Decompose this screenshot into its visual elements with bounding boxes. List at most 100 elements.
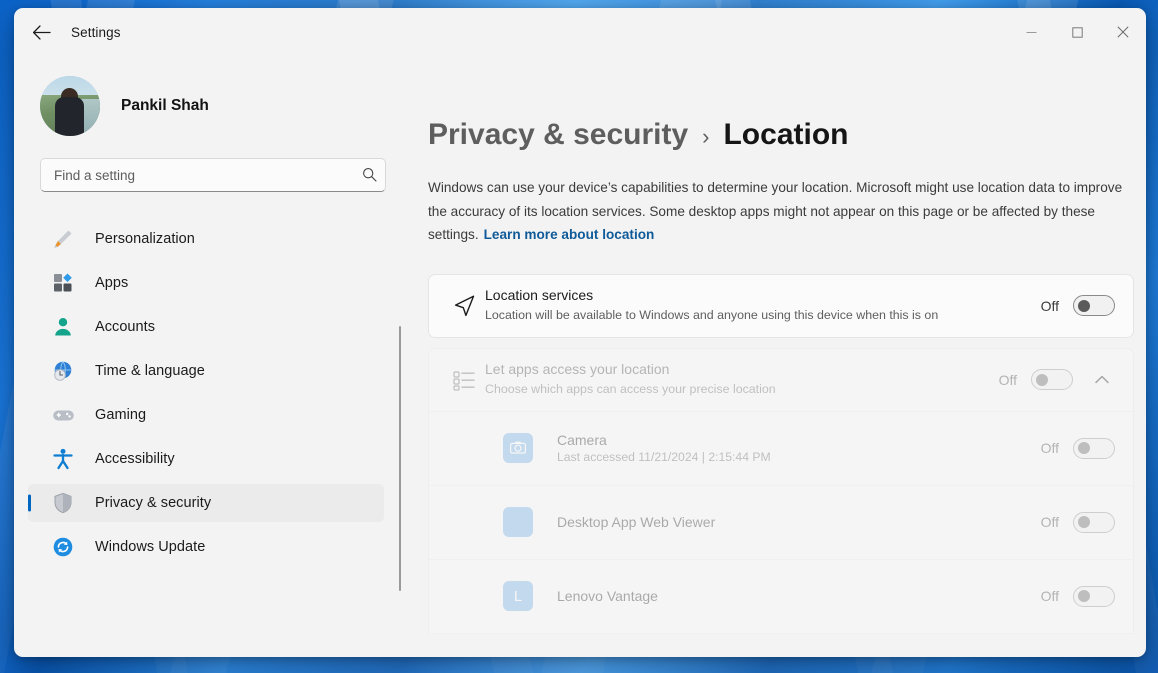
sidebar: Pankil Shah [14,56,402,657]
app-toggle-state: Off [1041,514,1059,530]
list-item-text: Desktop App Web Viewer [557,514,1027,530]
list-item[interactable]: L Lenovo Vantage Off [429,560,1133,634]
let-apps-access-card: Let apps access your location Choose whi… [428,348,1134,411]
learn-more-link[interactable]: Learn more about location [484,227,655,242]
location-services-text: Location services Location will be avail… [485,276,1027,335]
update-sync-icon [50,535,76,559]
list-item-controls: Off [1027,586,1115,607]
let-apps-access-state: Off [999,372,1017,388]
toggle-knob [1036,374,1048,386]
location-arrow-icon [445,292,485,320]
location-services-title: Location services [485,287,1027,303]
let-apps-access-title: Let apps access your location [485,361,985,377]
app-toggle-state: Off [1041,440,1059,456]
sidebar-item-label: Personalization [95,231,195,247]
app-toggle[interactable] [1073,438,1115,459]
window-caption-buttons [1008,8,1146,56]
sidebar-scrollbar[interactable] [399,326,401,591]
back-button[interactable] [24,17,58,47]
breadcrumb-parent[interactable]: Privacy & security [428,118,688,152]
apps-grid-icon [50,271,76,295]
toggle-knob [1078,516,1090,528]
toggle-knob [1078,442,1090,454]
toggle-knob [1078,590,1090,602]
shield-icon [50,491,76,515]
sidebar-item-gaming[interactable]: Gaming [28,396,384,434]
sidebar-item-apps[interactable]: Apps [28,264,384,302]
app-icon-letter: L [514,588,522,605]
maximize-button[interactable] [1054,8,1100,56]
app-name: Lenovo Vantage [557,588,1027,604]
breadcrumb: Privacy & security › Location [428,118,1128,152]
profile-section[interactable]: Pankil Shah [40,70,402,142]
app-permission-list: Camera Last accessed 11/21/2024 | 2:15:4… [428,411,1134,634]
list-icon [445,368,485,392]
back-arrow-icon [32,25,51,40]
sidebar-item-time-language[interactable]: Time & language [28,352,384,390]
profile-name: Pankil Shah [121,97,209,115]
sidebar-item-accounts[interactable]: Accounts [28,308,384,346]
let-apps-access-controls: Off [985,367,1115,393]
location-services-toggle[interactable] [1073,295,1115,316]
page-description: Windows can use your device’s capabiliti… [428,176,1128,247]
list-item[interactable]: Desktop App Web Viewer Off [429,486,1133,560]
sidebar-nav: Personalization Apps [28,214,402,657]
sidebar-item-label: Accounts [95,319,155,335]
sidebar-item-accessibility[interactable]: Accessibility [28,440,384,478]
close-button[interactable] [1100,8,1146,56]
sidebar-item-personalization[interactable]: Personalization [28,220,384,258]
list-item-text: Camera Last accessed 11/21/2024 | 2:15:4… [557,432,1027,464]
desktop-background: Settings [0,0,1158,673]
location-services-row[interactable]: Location services Location will be avail… [429,275,1133,337]
lenovo-vantage-icon: L [503,581,533,611]
clock-globe-icon [50,359,76,383]
person-icon [50,315,76,339]
search-container [40,158,390,192]
list-item-text: Lenovo Vantage [557,588,1027,604]
search-input[interactable] [40,158,386,192]
let-apps-access-toggle[interactable] [1031,369,1073,390]
location-services-subtitle: Location will be available to Windows an… [485,306,1027,324]
close-icon [1117,26,1129,38]
location-services-card: Location services Location will be avail… [428,274,1134,338]
sidebar-item-windows-update[interactable]: Windows Update [28,528,384,566]
minimize-button[interactable] [1008,8,1054,56]
breadcrumb-separator: › [702,124,709,150]
app-toggle-state: Off [1041,588,1059,604]
window-title: Settings [71,25,121,40]
minimize-icon [1026,27,1037,38]
app-toggle[interactable] [1073,586,1115,607]
window-body: Pankil Shah [14,56,1146,657]
desktop-app-web-viewer-icon [503,507,533,537]
maximize-icon [1072,27,1083,38]
toggle-knob [1078,300,1090,312]
list-item[interactable]: Camera Last accessed 11/21/2024 | 2:15:4… [429,412,1133,486]
chevron-up-icon [1095,375,1109,384]
accessibility-icon [50,447,76,471]
paintbrush-icon [50,227,76,251]
app-name: Desktop App Web Viewer [557,514,1027,530]
gamepad-icon [50,403,76,427]
title-bar: Settings [14,8,1146,56]
sidebar-item-label: Privacy & security [95,495,211,511]
camera-app-icon [503,433,533,463]
let-apps-access-subtitle: Choose which apps can access your precis… [485,380,985,398]
app-toggle[interactable] [1073,512,1115,533]
location-services-state: Off [1041,298,1059,314]
sidebar-item-label: Gaming [95,407,146,423]
app-last-accessed: Last accessed 11/21/2024 | 2:15:44 PM [557,450,1027,464]
sidebar-item-label: Apps [95,275,128,291]
expand-collapse-button[interactable] [1089,367,1115,393]
let-apps-access-row[interactable]: Let apps access your location Choose whi… [429,349,1133,411]
list-item-controls: Off [1027,512,1115,533]
avatar [40,76,100,136]
app-name: Camera [557,432,1027,448]
settings-window: Settings [14,8,1146,657]
main-content: Privacy & security › Location Windows ca… [402,56,1146,657]
page-title: Location [723,118,848,152]
sidebar-item-label: Windows Update [95,539,205,555]
location-services-controls: Off [1027,295,1115,316]
sidebar-item-privacy-security[interactable]: Privacy & security [28,484,384,522]
let-apps-access-text: Let apps access your location Choose whi… [485,350,985,409]
sidebar-item-label: Accessibility [95,451,175,467]
